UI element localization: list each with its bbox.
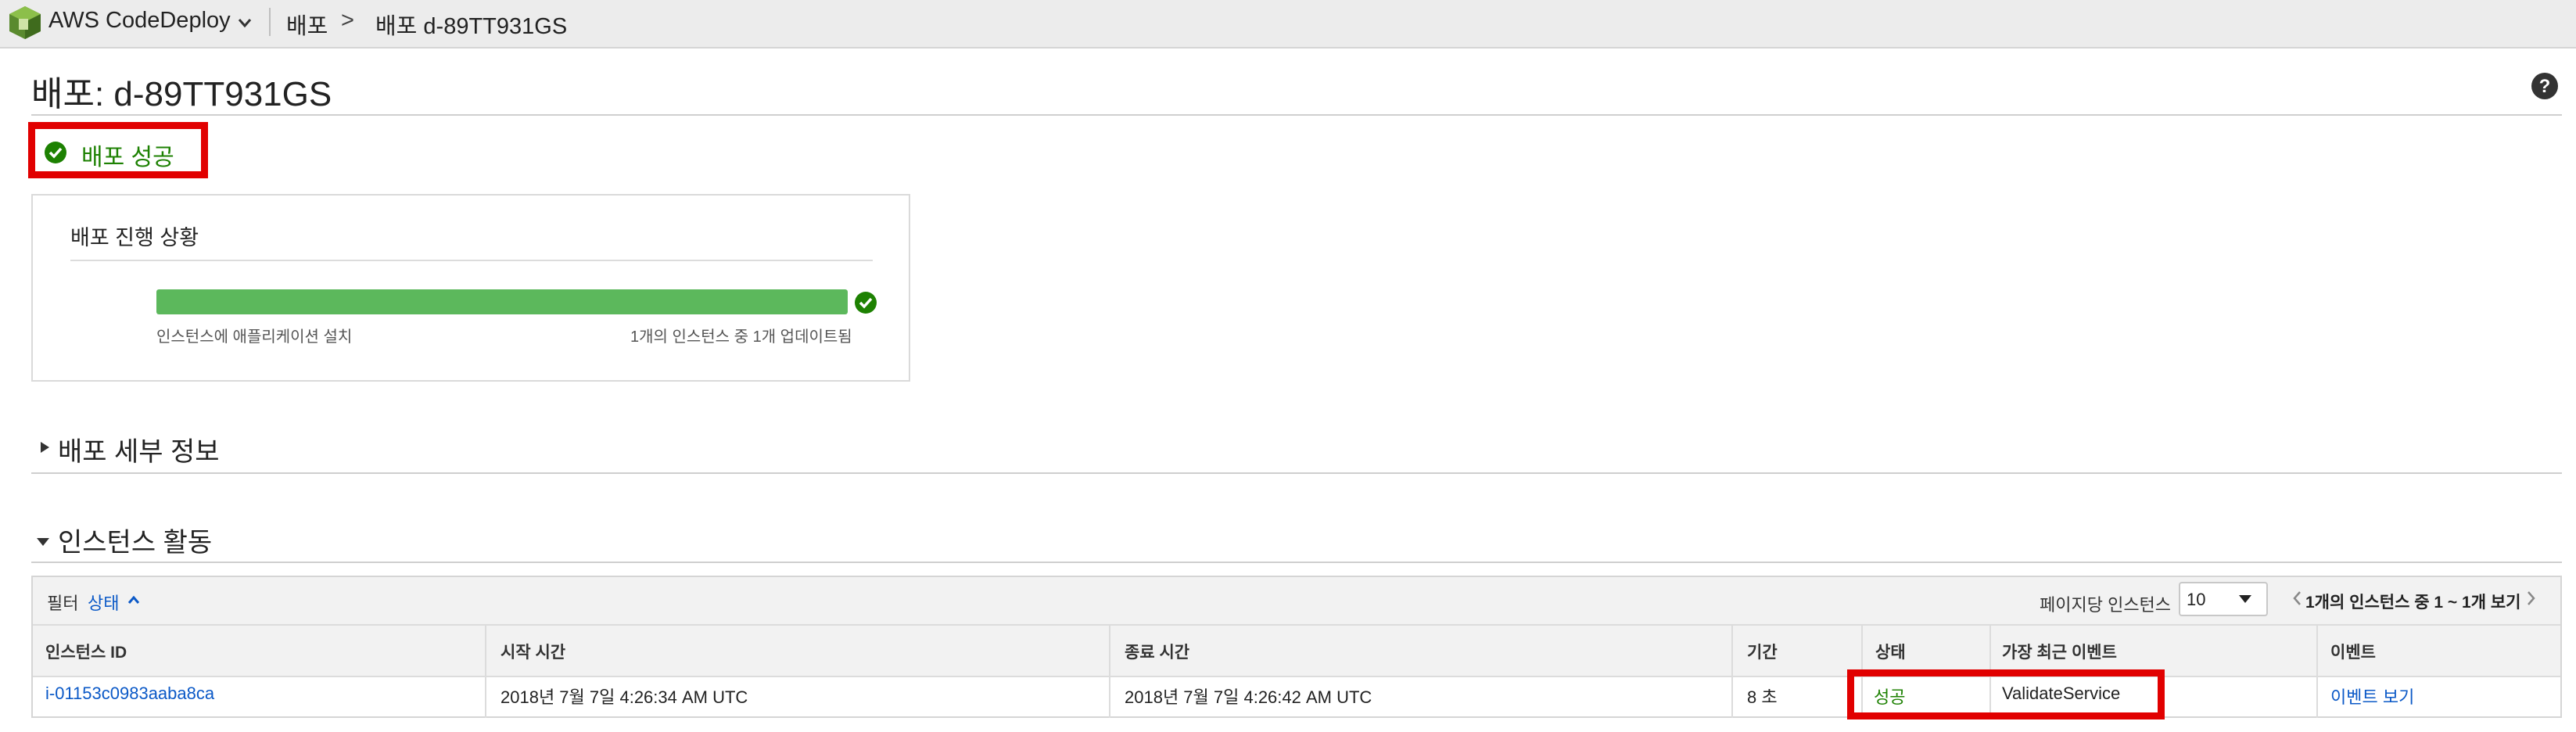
codedeploy-logo-icon[interactable] (8, 5, 42, 41)
check-circle-icon (855, 292, 877, 314)
breadcrumb-separator: > (341, 8, 354, 33)
progress-bar-fill (156, 289, 848, 314)
help-icon[interactable]: ? (2531, 72, 2559, 100)
column-divider (485, 626, 486, 718)
select-caret-icon[interactable] (2238, 594, 2252, 604)
progress-heading: 배포 진행 상황 (70, 226, 199, 249)
pagination-summary: 1개의 인스턴스 중 1 ~ 1개 보기 (2305, 594, 2521, 612)
column-header-events[interactable]: 이벤트 (2330, 640, 2376, 663)
row-highlight-box (1847, 669, 2165, 719)
page-title: 배포: d-89TT931GS (31, 75, 332, 113)
chevron-right-icon[interactable] (2526, 590, 2537, 607)
column-header-duration[interactable]: 기간 (1747, 640, 1778, 663)
instance-id-link[interactable]: i-01153c0983aaba8ca (45, 684, 214, 704)
chevron-up-icon[interactable] (127, 594, 141, 605)
section-deployment-details[interactable]: 배포 세부 정보 (58, 430, 220, 468)
breadcrumb-deployments[interactable]: 배포 (286, 8, 328, 41)
divider (31, 114, 2562, 116)
divider (31, 562, 2562, 563)
divider (70, 260, 873, 261)
column-divider (1109, 626, 1110, 718)
cell-start-time: 2018년 7월 7일 4:26:34 AM UTC (500, 687, 748, 707)
progress-count-label: 1개의 인스턴스 중 1개 업데이트됨 (630, 328, 852, 346)
svg-text:?: ? (2539, 76, 2551, 97)
column-divider (2316, 626, 2318, 718)
caret-down-icon[interactable] (36, 536, 50, 547)
filter-status-link[interactable]: 상태 (88, 590, 119, 615)
column-header-start-time[interactable]: 시작 시간 (500, 640, 565, 663)
column-divider (1731, 626, 1733, 718)
chevron-left-icon[interactable] (2291, 590, 2302, 607)
section-instance-activity[interactable]: 인스턴스 활동 (58, 521, 212, 559)
view-events-link[interactable]: 이벤트 보기 (2330, 684, 2414, 709)
column-header-status[interactable]: 상태 (1875, 640, 1906, 663)
service-name[interactable]: AWS CodeDeploy (48, 8, 231, 34)
column-header-instance-id[interactable]: 인스턴스 ID (45, 640, 127, 663)
status-banner: 배포 성공 (81, 145, 174, 170)
divider (269, 8, 271, 36)
progress-bar (156, 289, 848, 314)
table-header-row (33, 626, 2560, 677)
per-page-value[interactable]: 10 (2187, 590, 2205, 610)
column-header-end-time[interactable]: 종료 시간 (1125, 640, 1189, 663)
divider (31, 472, 2562, 474)
column-header-latest-event[interactable]: 가장 최근 이벤트 (2002, 640, 2117, 663)
filter-label: 필터 (47, 594, 79, 613)
cell-duration: 8 초 (1747, 687, 1778, 707)
cell-end-time: 2018년 7월 7일 4:26:42 AM UTC (1125, 687, 1372, 707)
breadcrumb-current: 배포 d-89TT931GS (375, 14, 568, 39)
check-circle-icon (45, 142, 66, 163)
caret-right-icon[interactable] (39, 441, 50, 454)
progress-step-label: 인스턴스에 애플리케이션 설치 (156, 328, 353, 346)
per-page-label: 페이지당 인스턴스 (2040, 595, 2172, 615)
chevron-down-icon[interactable] (236, 14, 253, 31)
